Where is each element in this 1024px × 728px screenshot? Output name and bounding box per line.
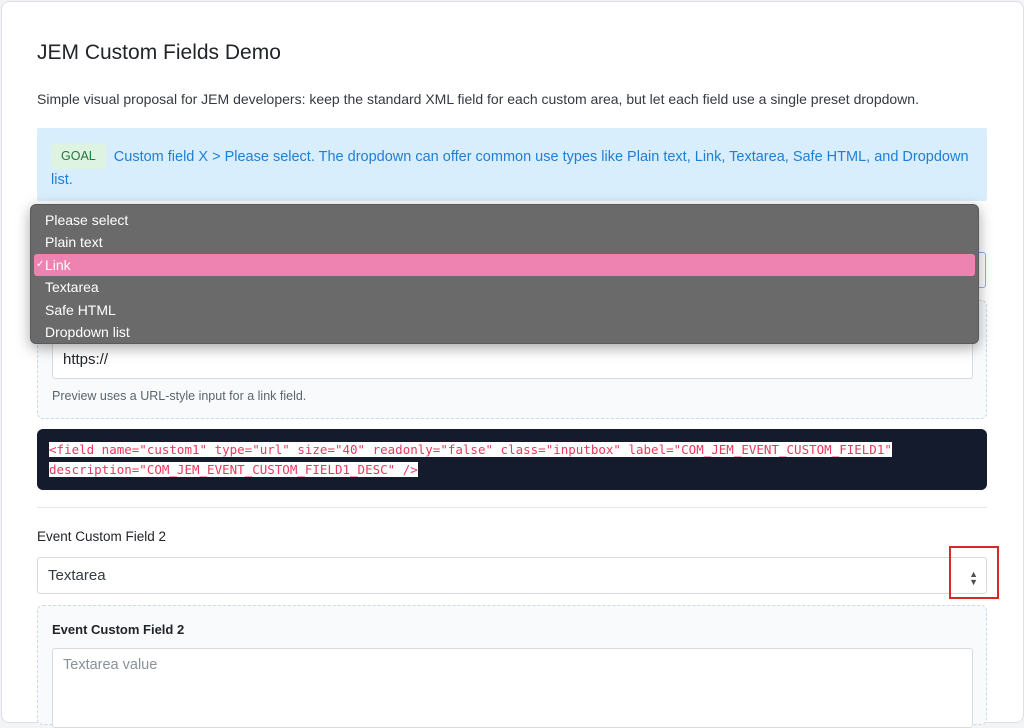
- dropdown-option-please-select[interactable]: Please select: [31, 209, 978, 231]
- dropdown-option-dropdown-list[interactable]: Dropdown list: [31, 321, 978, 343]
- page-title: JEM Custom Fields Demo: [37, 41, 281, 64]
- field1-xml-code: <field name="custom1" type="url" size="4…: [37, 429, 987, 490]
- goal-text: Custom field X > Please select. The drop…: [51, 149, 969, 188]
- type-dropdown-popup: Please select Plain text ✓ Link Textarea…: [30, 204, 979, 344]
- annotation-highlight-box: [949, 546, 999, 599]
- dropdown-option-textarea[interactable]: Textarea: [31, 276, 978, 298]
- checkmark-icon: ✓: [36, 258, 45, 270]
- page-subtitle: Simple visual proposal for JEM developer…: [37, 91, 919, 107]
- section-divider: [37, 507, 987, 508]
- xml-line-1: <field name="custom1" type="url" size="4…: [49, 442, 892, 457]
- field2-type-select[interactable]: Textarea ▲ ▼: [37, 557, 987, 594]
- dropdown-option-plain-text[interactable]: Plain text: [31, 231, 978, 253]
- dropdown-option-link[interactable]: ✓ Link: [34, 253, 975, 277]
- xml-line-2: description="COM_JEM_EVENT_CUSTOM_FIELD1…: [49, 462, 418, 477]
- field1-help-text: Preview uses a URL-style input for a lin…: [52, 389, 307, 403]
- field2-preview-label: Event Custom Field 2: [52, 622, 185, 637]
- field2-selected-value: Textarea: [48, 567, 106, 584]
- goal-badge: GOAL: [51, 143, 106, 169]
- field2-preview: Event Custom Field 2 Textarea value: [37, 605, 987, 728]
- dropdown-option-safe-html[interactable]: Safe HTML: [31, 299, 978, 321]
- field2-textarea[interactable]: Textarea value: [52, 648, 973, 728]
- dropdown-option-link-label: Link: [45, 256, 71, 273]
- goal-alert: GOAL Custom field X > Please select. The…: [37, 128, 987, 201]
- field2-label: Event Custom Field 2: [37, 529, 167, 544]
- field1-url-input[interactable]: https://: [52, 341, 973, 379]
